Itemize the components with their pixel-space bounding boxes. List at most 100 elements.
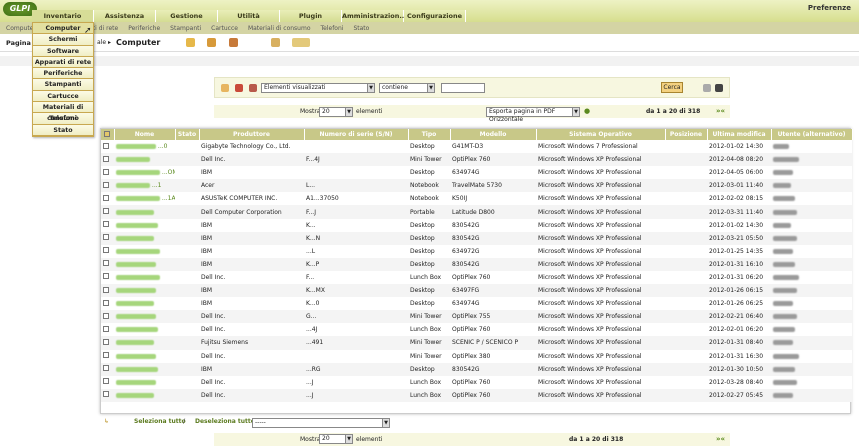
computer-name-link[interactable]	[116, 144, 156, 150]
computer-name-link[interactable]	[116, 327, 158, 333]
dropdown-item-3[interactable]: Apparati di rete	[33, 56, 93, 69]
bulk-action-select[interactable]: ----- ▼	[252, 418, 390, 428]
table-row[interactable]: IBM K... Desktop 830542G Microsoft Windows X…	[101, 218, 852, 232]
table-row[interactable]: ...0 Gigabyte Technology Co., Ltd. Desktop…	[101, 140, 852, 154]
submenu-item-8[interactable]: Stato	[353, 25, 369, 32]
column-header-1[interactable]: Stato	[175, 129, 200, 140]
menu-item-6[interactable]: Configurazione	[404, 10, 466, 22]
export-go-icon[interactable]: ●	[584, 107, 590, 115]
computer-name-link[interactable]	[116, 235, 154, 241]
add-icon[interactable]	[186, 38, 195, 47]
select-all-link[interactable]: Seleziona tutto	[134, 418, 186, 425]
per-page-select[interactable]: 20 ▼	[319, 107, 353, 117]
row-checkbox[interactable]	[103, 299, 109, 306]
computer-name-link[interactable]	[116, 392, 154, 398]
row-checkbox[interactable]	[103, 221, 109, 228]
computer-name-link[interactable]	[116, 209, 154, 215]
breadcrumb-tail[interactable]: ale ▸	[97, 39, 111, 46]
table-row[interactable]: IBM K...0 Desktop 634974G Microsoft Windows …	[101, 297, 852, 311]
menu-item-2[interactable]: Gestione	[156, 10, 218, 22]
row-checkbox[interactable]	[103, 155, 109, 162]
column-header-9[interactable]: Utente (alternativo)	[771, 129, 853, 140]
dropdown-item-4[interactable]: Periferiche	[33, 68, 93, 80]
next-page-icon[interactable]: »«	[716, 435, 725, 443]
search-input[interactable]	[441, 83, 485, 93]
computer-name-link[interactable]	[116, 261, 156, 267]
table-row[interactable]: Fujitsu Siemens ...491 Mini Tower SCENIC P …	[101, 336, 852, 350]
tools-icon[interactable]	[207, 38, 216, 47]
table-row[interactable]: IBM K...MX Desktop 63497FG Microsoft Windows…	[101, 284, 852, 298]
table-row[interactable]: ...OMB1 IBM Desktop634974GMicrosoft Window…	[101, 166, 852, 180]
row-checkbox[interactable]	[103, 208, 109, 215]
computer-name-link[interactable]	[116, 157, 150, 163]
search-button[interactable]: Cerca	[661, 82, 683, 93]
row-checkbox[interactable]	[103, 142, 109, 149]
column-header-6[interactable]: Sistema Operativo	[536, 129, 666, 140]
table-row[interactable]: Dell Inc. F...4J Mini Tower OptiPlex 760 Mic…	[101, 153, 852, 167]
submenu-item-5[interactable]: Cartucce	[211, 25, 238, 32]
column-header-8[interactable]: Ultima modifica	[707, 129, 772, 140]
deselect-all-link[interactable]: Deseleziona tutto	[195, 418, 255, 425]
next-page-icon[interactable]: »«	[716, 107, 725, 115]
table-row[interactable]: Dell Inc. Mini Tower OptiPlex 380 Microsoft…	[101, 349, 852, 363]
row-checkbox[interactable]	[103, 247, 109, 254]
export-select[interactable]: Esporta pagina in PDF Orizzontale ▼	[486, 107, 580, 123]
column-header-2[interactable]: Produttore	[199, 129, 305, 140]
row-checkbox[interactable]	[103, 378, 109, 385]
per-page-select[interactable]: 20 ▼	[319, 434, 353, 444]
computer-name-link[interactable]	[116, 222, 158, 228]
row-checkbox[interactable]	[103, 234, 109, 241]
column-header-4[interactable]: Tipo	[408, 129, 451, 140]
computer-name-link[interactable]	[116, 353, 156, 359]
menu-item-0[interactable]: Inventario	[32, 10, 94, 22]
menu-item-4[interactable]: Plugin	[280, 10, 342, 22]
dropdown-item-5[interactable]: Stampanti	[33, 79, 93, 91]
computer-name-link[interactable]	[116, 183, 150, 189]
table-row[interactable]: IBM K...P Desktop 830542G Microsoft Windows …	[101, 257, 852, 271]
menu-item-1[interactable]: Assistenza	[94, 10, 156, 22]
submenu-item-3[interactable]: Periferiche	[128, 25, 160, 32]
table-row[interactable]: ...1 Acer L... Notebook TravelMate 5730 Micro…	[101, 179, 852, 193]
row-checkbox[interactable]	[103, 273, 109, 280]
row-checkbox[interactable]	[103, 312, 109, 319]
row-checkbox[interactable]	[103, 338, 109, 345]
trash-icon[interactable]	[249, 84, 257, 92]
dropdown-item-2[interactable]: Software	[33, 45, 93, 57]
submenu-item-4[interactable]: Stampanti	[170, 25, 201, 32]
view-icon[interactable]	[292, 38, 310, 47]
computer-name-link[interactable]	[116, 379, 156, 385]
computer-name-link[interactable]	[116, 170, 160, 176]
table-row[interactable]: IBM ...RG Desktop 830542G Microsoft Windows …	[101, 362, 852, 376]
reset-icon[interactable]	[715, 84, 723, 92]
computer-name-link[interactable]	[116, 340, 154, 346]
template-icon[interactable]	[229, 38, 238, 47]
table-row[interactable]: Dell Inc. ...J Lunch Box OptiPlex 760 Micros…	[101, 375, 852, 389]
dropdown-item-6[interactable]: Cartucce	[33, 90, 93, 103]
dropdown-item-7[interactable]: Materiali di consumo	[33, 102, 93, 122]
computer-name-link[interactable]	[116, 274, 160, 280]
table-row[interactable]: Dell Inc. G... Mini Tower OptiPlex 755 Micro…	[101, 310, 852, 324]
column-header-3[interactable]: Numero di serie (S/N)	[304, 129, 409, 140]
table-row[interactable]: Dell Inc. ...4J Lunch Box OptiPlex 760 Micro…	[101, 323, 852, 337]
submenu-item-6[interactable]: Materiali di consumo	[248, 25, 311, 32]
row-checkbox[interactable]	[103, 352, 109, 359]
row-checkbox[interactable]	[103, 260, 109, 267]
column-header-0[interactable]: Nome	[114, 129, 176, 140]
table-row[interactable]: IBM K...N Desktop 830542G Microsoft Windows …	[101, 231, 852, 245]
column-header-7[interactable]: Posizione	[665, 129, 708, 140]
computer-name-link[interactable]	[116, 248, 160, 254]
menu-item-5[interactable]: Amministrazion...	[342, 10, 407, 22]
row-checkbox[interactable]	[103, 286, 109, 293]
link-icon[interactable]	[271, 38, 280, 47]
row-checkbox[interactable]	[103, 391, 109, 398]
column-header-5[interactable]: Modello	[450, 129, 537, 140]
table-row[interactable]: ...1A ASUSTeK COMPUTER INC. A1...37050 Note…	[101, 192, 852, 206]
row-checkbox[interactable]	[103, 325, 109, 332]
remove-criteria-icon[interactable]	[235, 84, 243, 92]
dropdown-item-8[interactable]: Telefoni	[33, 113, 93, 125]
select-all-icon[interactable]	[101, 129, 115, 140]
row-checkbox[interactable]	[103, 168, 109, 175]
computer-name-link[interactable]	[116, 366, 158, 372]
computer-name-link[interactable]	[116, 196, 160, 202]
submenu-item-7[interactable]: Telefoni	[321, 25, 344, 32]
